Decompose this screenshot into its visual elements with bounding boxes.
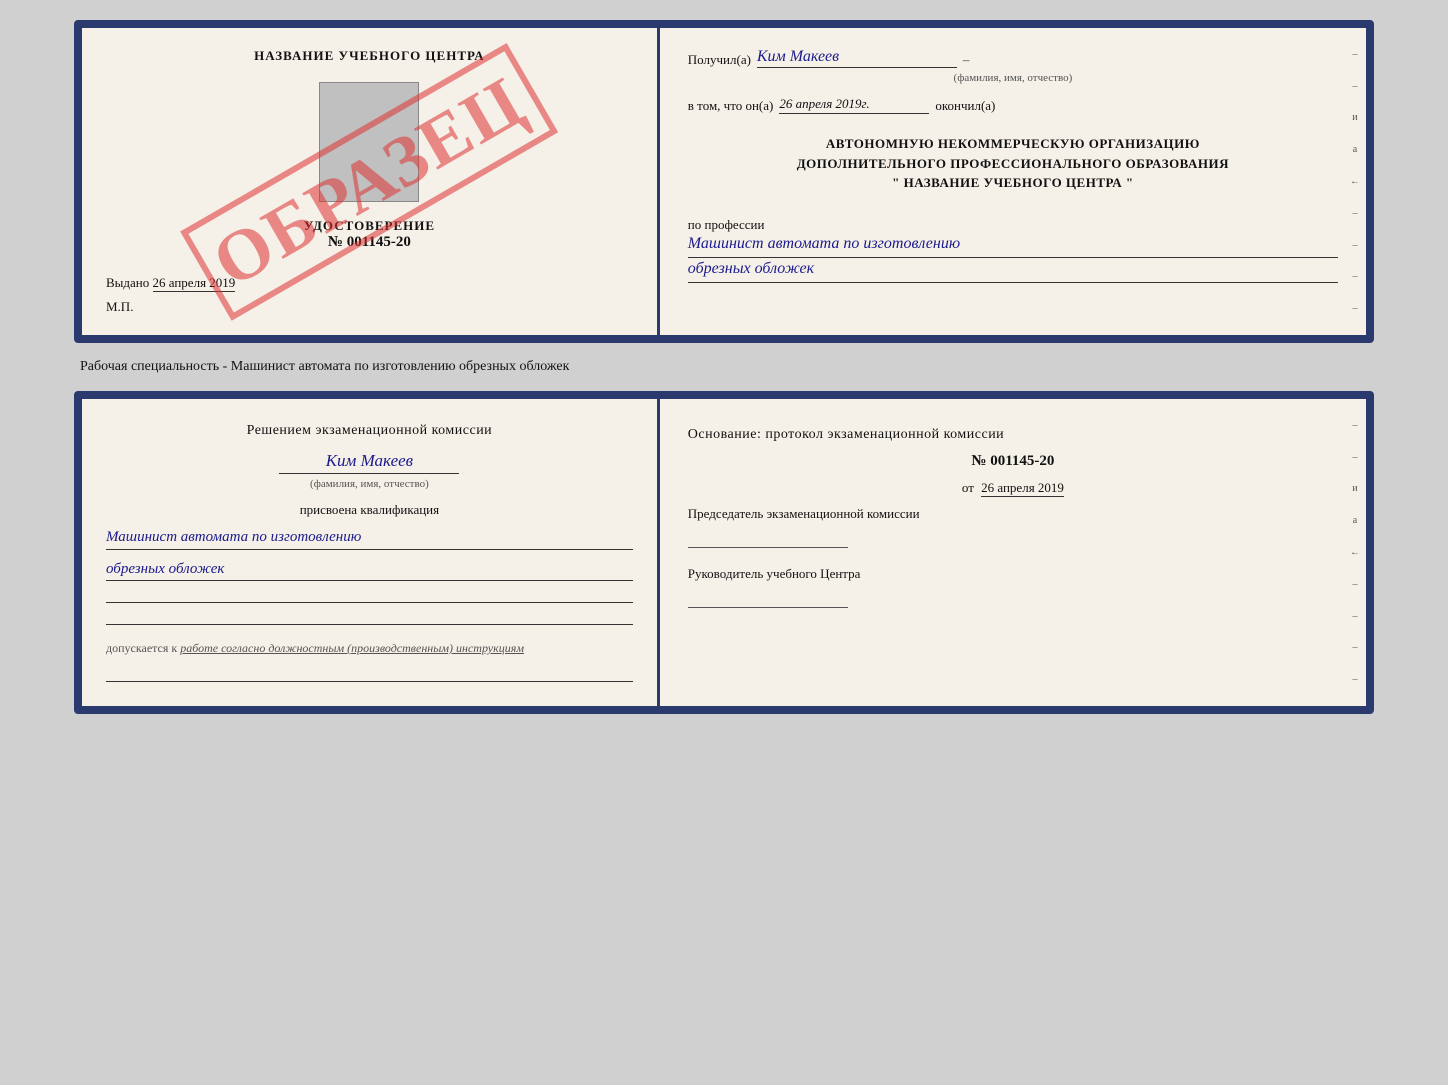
cert-label: УДОСТОВЕРЕНИЕ: [304, 218, 435, 234]
training-center-title: НАЗВАНИЕ УЧЕБНОГО ЦЕНТРА: [254, 48, 485, 64]
profession-line1: Машинист автомата по изготовлению: [688, 233, 1338, 258]
bottom-cert-right: Основание: протокол экзаменационной коми…: [660, 399, 1366, 706]
cert-date-block: Выдано 26 апреля 2019: [106, 275, 633, 291]
director-block: Руководитель учебного Центра: [688, 566, 1338, 608]
blank-line-1: [106, 589, 633, 603]
cert-number-block: УДОСТОВЕРЕНИЕ № 001145-20: [304, 218, 435, 251]
blank-line-2: [106, 611, 633, 625]
chairman-block: Председатель экзаменационной комиссии: [688, 506, 1338, 548]
top-cert-left: НАЗВАНИЕ УЧЕБНОГО ЦЕНТРА УДОСТОВЕРЕНИЕ №…: [82, 28, 660, 335]
protocol-date: от 26 апреля 2019: [688, 480, 1338, 496]
director-signature-line: [688, 592, 848, 608]
basis-label: Основание: протокол экзаменационной коми…: [688, 427, 1338, 443]
org-line2: ДОПОЛНИТЕЛЬНОГО ПРОФЕССИОНАЛЬНОГО ОБРАЗО…: [688, 154, 1338, 174]
profession-line2: обрезных обложек: [688, 258, 1338, 283]
profession-label: по профессии: [688, 217, 1338, 233]
mp-label: М.П.: [106, 299, 133, 315]
chairman-signature-line: [688, 532, 848, 548]
bottom-cert-left: Решением экзаменационной комиссии Ким Ма…: [82, 399, 660, 706]
qual-line2: обрезных обложек: [106, 558, 633, 582]
date-label: Выдано: [106, 275, 149, 290]
date-value: 26 апреля 2019: [153, 275, 236, 292]
bottom-left-content: Решением экзаменационной комиссии Ким Ма…: [106, 423, 633, 682]
org-line3: " НАЗВАНИЕ УЧЕБНОГО ЦЕНТРА ": [688, 173, 1338, 193]
caption-text: Рабочая специальность - Машинист автомат…: [80, 359, 569, 375]
received-name: Ким Макеев: [757, 48, 957, 68]
profession-block: по профессии Машинист автомата по изгото…: [688, 213, 1338, 284]
received-subtitle: (фамилия, имя, отчество): [688, 72, 1338, 84]
protocol-number: № 001145-20: [688, 453, 1338, 470]
side-marks-bottom: ––иа←––––: [1350, 399, 1360, 706]
bottom-right-content: Основание: протокол экзаменационной коми…: [688, 419, 1338, 608]
name-handwritten: Ким Макеев: [279, 451, 459, 474]
blank-line-3: [106, 668, 633, 682]
completed-label: окончил(а): [935, 98, 995, 114]
date-prefix: в том, что он(а): [688, 98, 774, 114]
assigned-label: присвоена квалификация: [106, 502, 633, 518]
допускается-value: работе согласно должностным (производств…: [180, 641, 524, 655]
cert-number: № 001145-20: [304, 234, 435, 251]
top-certificate: НАЗВАНИЕ УЧЕБНОГО ЦЕНТРА УДОСТОВЕРЕНИЕ №…: [74, 20, 1374, 343]
dash1: –: [963, 52, 970, 68]
date-prefix: от: [962, 480, 974, 495]
fio-subtitle: (фамилия, имя, отчество): [106, 478, 633, 490]
top-cert-right: Получил(а) Ким Макеев – (фамилия, имя, о…: [660, 28, 1366, 335]
bottom-certificate: Решением экзаменационной комиссии Ким Ма…: [74, 391, 1374, 714]
director-label: Руководитель учебного Центра: [688, 566, 1338, 582]
org-block: АВТОНОМНУЮ НЕКОММЕРЧЕСКУЮ ОРГАНИЗАЦИЮ ДО…: [688, 134, 1338, 193]
date-field: 26 апреля 2019г.: [779, 96, 929, 114]
received-row: Получил(а) Ким Макеев –: [688, 48, 1338, 68]
qual-line1: Машинист автомата по изготовлению: [106, 526, 633, 550]
protocol-date-value: 26 апреля 2019: [981, 480, 1064, 497]
decision-label: Решением экзаменационной комиссии: [106, 423, 633, 439]
received-label: Получил(а): [688, 52, 751, 68]
допускается-prefix: допускается к: [106, 641, 177, 655]
date-row: в том, что он(а) 26 апреля 2019г. окончи…: [688, 96, 1338, 114]
photo-placeholder: [319, 82, 419, 202]
chairman-label: Председатель экзаменационной комиссии: [688, 506, 1338, 522]
org-line1: АВТОНОМНУЮ НЕКОММЕРЧЕСКУЮ ОРГАНИЗАЦИЮ: [688, 134, 1338, 154]
side-marks-top: ––иа←––––: [1350, 28, 1360, 335]
допускается-block: допускается к работе согласно должностны…: [106, 641, 633, 656]
